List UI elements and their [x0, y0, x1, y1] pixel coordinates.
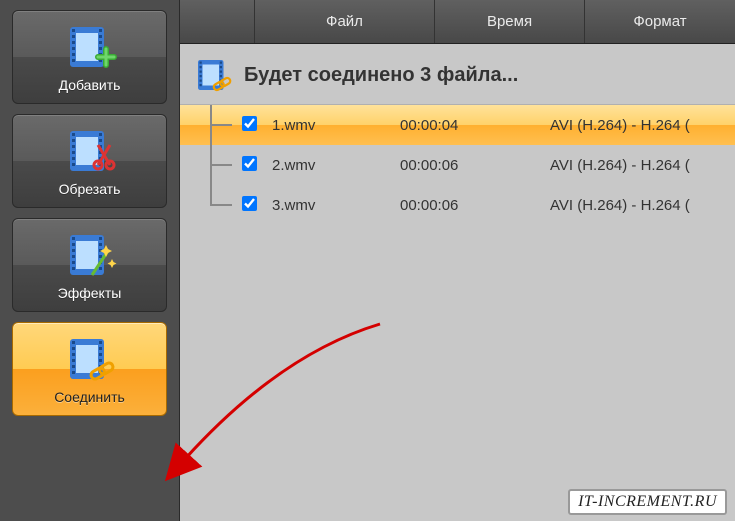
film-scissors-icon [62, 127, 118, 175]
header-file[interactable]: Файл [255, 0, 435, 43]
file-row[interactable]: 3.wmv 00:00:06 AVI (H.264) - H.264 ( [180, 185, 735, 225]
group-title: Будет соединено 3 файла... [244, 64, 518, 87]
file-format: AVI (H.264) - H.264 ( [550, 197, 735, 214]
file-time: 00:00:06 [400, 197, 550, 214]
film-plus-icon [62, 23, 118, 71]
cut-button[interactable]: Обрезать [12, 114, 167, 208]
column-headers: Файл Время Формат [180, 0, 735, 44]
sidebar: Добавить Обрезать [0, 0, 180, 521]
effects-label: Эффекты [58, 285, 122, 301]
tree-connector [180, 145, 242, 185]
effects-button[interactable]: Эффекты [12, 218, 167, 312]
file-checkbox[interactable] [242, 196, 257, 211]
join-button[interactable]: Соединить [12, 322, 167, 416]
file-checkbox[interactable] [242, 156, 257, 171]
file-name: 3.wmv [266, 197, 400, 214]
file-content: Будет соединено 3 файла... 1.wmv 00:00:0… [180, 44, 735, 521]
header-format[interactable]: Формат [585, 0, 735, 43]
watermark: IT-INCREMENT.RU [568, 489, 727, 515]
tree-connector [180, 105, 242, 145]
cut-label: Обрезать [59, 181, 121, 197]
film-wand-icon [62, 231, 118, 279]
film-link-icon [62, 335, 118, 383]
annotation-arrow [160, 314, 400, 484]
file-row[interactable]: 2.wmv 00:00:06 AVI (H.264) - H.264 ( [180, 145, 735, 185]
add-label: Добавить [59, 77, 121, 93]
file-format: AVI (H.264) - H.264 ( [550, 117, 735, 134]
tree-connector [180, 185, 242, 225]
file-list: 1.wmv 00:00:04 AVI (H.264) - H.264 ( 2.w… [180, 105, 735, 225]
file-checkbox[interactable] [242, 116, 257, 131]
header-spacer [180, 0, 255, 43]
add-button[interactable]: Добавить [12, 10, 167, 104]
file-row[interactable]: 1.wmv 00:00:04 AVI (H.264) - H.264 ( [180, 105, 735, 145]
film-link-icon [192, 54, 234, 96]
file-format: AVI (H.264) - H.264 ( [550, 157, 735, 174]
file-name: 1.wmv [266, 117, 400, 134]
file-name: 2.wmv [266, 157, 400, 174]
header-time[interactable]: Время [435, 0, 585, 43]
join-label: Соединить [54, 389, 125, 405]
main-panel: Файл Время Формат [180, 0, 735, 521]
group-header[interactable]: Будет соединено 3 файла... [180, 44, 735, 105]
file-time: 00:00:04 [400, 117, 550, 134]
file-time: 00:00:06 [400, 157, 550, 174]
